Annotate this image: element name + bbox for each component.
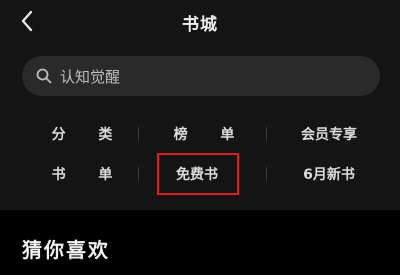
header: 书城 — [0, 0, 400, 44]
menu-item-vip[interactable]: 会员专享 — [266, 118, 392, 150]
divider — [138, 127, 139, 141]
divider — [138, 167, 139, 181]
divider — [266, 127, 267, 141]
menu-item-category[interactable]: 分 类 — [22, 118, 142, 150]
section-title: 猜你喜欢 — [22, 238, 110, 262]
highlight-box — [157, 153, 239, 195]
menu-item-june-new[interactable]: 6月新书 — [266, 158, 392, 190]
search-input[interactable]: 认知觉醒 — [22, 56, 380, 96]
page-title: 书城 — [182, 15, 218, 35]
menu-item-booklist[interactable]: 书 单 — [22, 158, 142, 190]
menu-item-ranking[interactable]: 榜 单 — [138, 118, 270, 150]
search-icon — [36, 68, 52, 84]
divider — [266, 167, 267, 181]
recommend-section: 猜你喜欢 — [0, 210, 400, 275]
search-placeholder: 认知觉醒 — [60, 67, 121, 86]
